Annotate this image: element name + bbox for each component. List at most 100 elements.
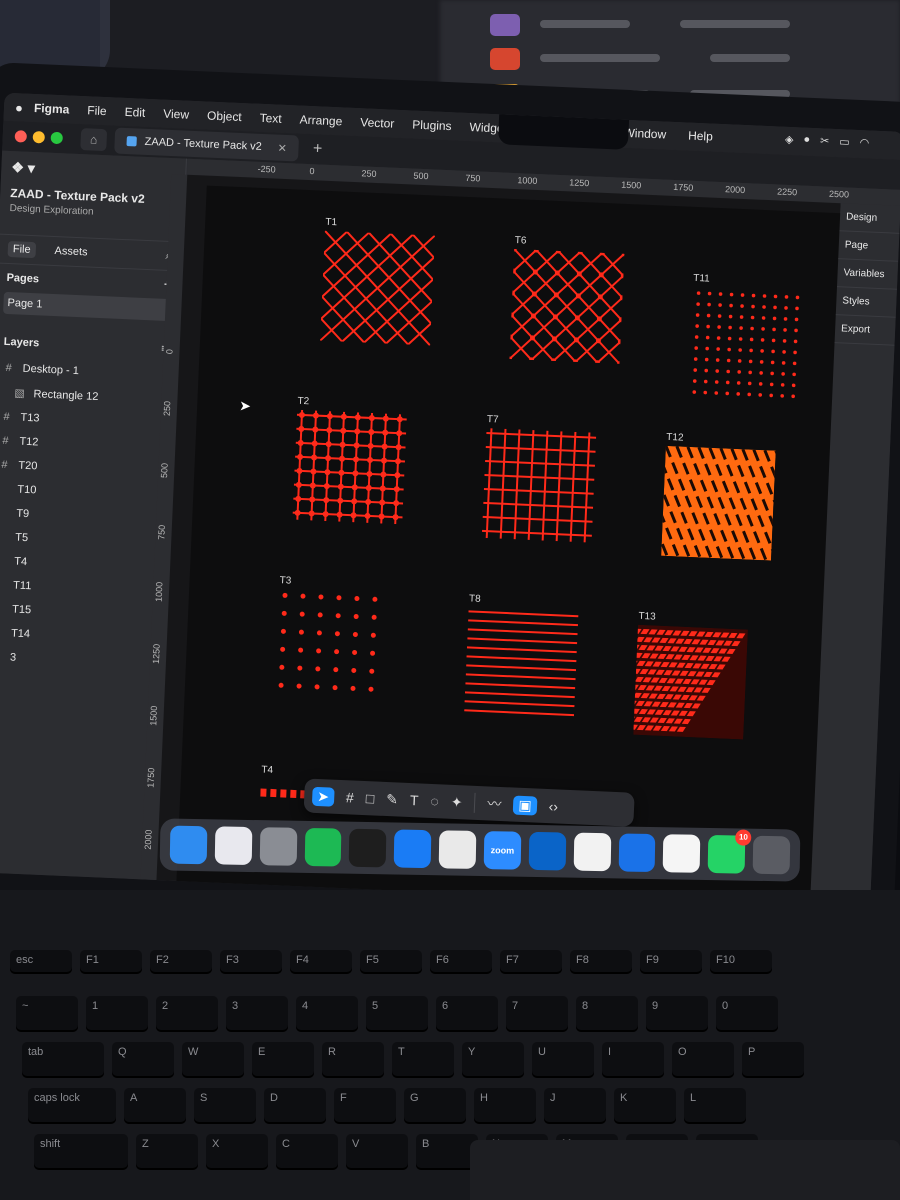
- pen-tool-icon[interactable]: ✎: [386, 790, 398, 807]
- keyboard-key[interactable]: caps lock: [28, 1088, 116, 1124]
- right-panel-styles[interactable]: Styles: [835, 287, 897, 318]
- keyboard-key[interactable]: R: [322, 1042, 384, 1078]
- keyboard-key[interactable]: E: [252, 1042, 314, 1078]
- new-tab-icon[interactable]: +: [313, 140, 323, 158]
- keyboard-key[interactable]: T: [392, 1042, 454, 1078]
- keyboard-key[interactable]: I: [602, 1042, 664, 1078]
- menu-plugins[interactable]: Plugins: [412, 117, 452, 133]
- apple-menu-icon[interactable]: ●: [4, 99, 35, 115]
- pencil-app-icon[interactable]: [618, 833, 656, 873]
- system-settings-icon[interactable]: [259, 827, 297, 866]
- right-panel-variables[interactable]: Variables: [836, 259, 899, 290]
- close-window-icon[interactable]: [14, 130, 28, 143]
- keyboard-key[interactable]: 8: [576, 996, 638, 1032]
- keyboard-key[interactable]: tab: [22, 1042, 104, 1078]
- keyboard-key[interactable]: O: [672, 1042, 734, 1078]
- keyboard-key[interactable]: F3: [220, 950, 282, 974]
- keyboard-key[interactable]: J: [544, 1088, 606, 1124]
- outlook-icon[interactable]: [528, 831, 567, 871]
- keyboard-key[interactable]: U: [532, 1042, 594, 1078]
- keyboard-key[interactable]: F6: [430, 950, 492, 974]
- right-panel-page[interactable]: Page: [838, 231, 900, 262]
- keyboard-key[interactable]: 7: [506, 996, 568, 1032]
- keyboard-key[interactable]: Y: [462, 1042, 524, 1078]
- home-icon[interactable]: ⌂: [80, 128, 108, 152]
- keyboard-key[interactable]: F7: [500, 950, 562, 974]
- texture-tile-t6[interactable]: [509, 249, 625, 364]
- menu-file[interactable]: File: [87, 103, 107, 118]
- text-tool-icon[interactable]: T: [410, 792, 419, 808]
- zoom-icon[interactable]: zoom: [483, 831, 522, 870]
- keyboard-key[interactable]: F8: [570, 950, 632, 974]
- keyboard-key[interactable]: F4: [290, 950, 352, 974]
- keyboard-key[interactable]: H: [474, 1088, 536, 1124]
- keyboard-key[interactable]: F5: [360, 950, 422, 974]
- spotify-icon[interactable]: [304, 827, 342, 867]
- keyboard-key[interactable]: F: [334, 1088, 396, 1124]
- texture-tile-t7[interactable]: [481, 428, 597, 543]
- comment-tool-icon[interactable]: ◌: [430, 793, 439, 809]
- shape-tool-icon[interactable]: □: [365, 790, 374, 806]
- zoom-window-icon[interactable]: [50, 131, 64, 145]
- menu-view[interactable]: View: [163, 107, 189, 122]
- texture-tile-t3[interactable]: [274, 589, 389, 704]
- dev-mode-icon[interactable]: ‹›: [548, 798, 558, 814]
- keyboard-key[interactable]: W: [182, 1042, 244, 1078]
- close-tab-icon[interactable]: ✕: [277, 141, 287, 154]
- chrome-icon[interactable]: [438, 830, 477, 869]
- keyboard-key[interactable]: F9: [640, 950, 702, 974]
- keyboard-key[interactable]: 5: [366, 996, 428, 1032]
- texture-tile-t2[interactable]: [292, 409, 407, 525]
- frame-tool-icon[interactable]: #: [346, 789, 354, 805]
- keyboard-key[interactable]: P: [742, 1042, 804, 1078]
- keyboard-key[interactable]: F1: [80, 950, 142, 974]
- battery-icon[interactable]: ▭: [839, 135, 850, 148]
- menu-object[interactable]: Object: [207, 109, 242, 124]
- keyboard-key[interactable]: Q: [112, 1042, 174, 1078]
- design-mode-icon[interactable]: ▣: [513, 795, 538, 816]
- trash-icon[interactable]: [752, 835, 791, 875]
- chat-status-icon[interactable]: ●: [803, 134, 810, 147]
- keyboard-key[interactable]: Z: [136, 1134, 198, 1170]
- keyboard-key[interactable]: 6: [436, 996, 498, 1032]
- keyboard-key[interactable]: shift: [34, 1134, 128, 1170]
- chatgpt-icon[interactable]: [663, 834, 701, 873]
- keyboard-key[interactable]: ~: [16, 996, 78, 1032]
- draw-mode-icon[interactable]: 〰: [487, 793, 502, 814]
- keyboard-key[interactable]: L: [684, 1088, 746, 1124]
- keyboard-key[interactable]: 0: [716, 996, 778, 1032]
- launchpad-icon[interactable]: [214, 826, 253, 866]
- keyboard-key[interactable]: 9: [646, 996, 708, 1032]
- wifi-icon[interactable]: ◠: [859, 136, 869, 149]
- keyboard-key[interactable]: F2: [150, 950, 212, 974]
- menu-figma[interactable]: Figma: [34, 101, 70, 117]
- keyboard-key[interactable]: 4: [296, 996, 358, 1032]
- keyboard-key[interactable]: X: [206, 1134, 268, 1170]
- keyboard-key[interactable]: K: [614, 1088, 676, 1124]
- framer-icon[interactable]: [393, 829, 432, 869]
- tab-file[interactable]: File: [7, 240, 36, 259]
- right-panel-design[interactable]: Design: [839, 203, 900, 234]
- menu-text[interactable]: Text: [259, 111, 282, 126]
- minimize-window-icon[interactable]: [32, 130, 46, 144]
- figma-status-icon[interactable]: ◈: [785, 133, 794, 146]
- slack-icon[interactable]: [573, 832, 611, 872]
- right-panel-export[interactable]: Export: [834, 315, 896, 346]
- move-tool-icon[interactable]: ➤: [311, 786, 335, 807]
- keyboard-key[interactable]: V: [346, 1134, 408, 1170]
- figma-logo-icon[interactable]: ❖ ▾: [11, 159, 176, 183]
- keyboard-key[interactable]: D: [264, 1088, 326, 1124]
- texture-tile-t11[interactable]: [688, 287, 803, 402]
- figma-icon[interactable]: [349, 828, 387, 868]
- keyboard-key[interactable]: A: [124, 1088, 186, 1124]
- texture-tile-t8[interactable]: [464, 607, 579, 722]
- keyboard-key[interactable]: C: [276, 1134, 338, 1170]
- menu-window[interactable]: Window: [623, 126, 666, 142]
- keyboard-key[interactable]: esc: [10, 950, 72, 974]
- whatsapp-icon[interactable]: 10: [707, 829, 752, 874]
- texture-tile-t13[interactable]: [633, 624, 748, 740]
- keyboard-key[interactable]: G: [404, 1088, 466, 1124]
- keyboard-key[interactable]: 3: [226, 996, 288, 1032]
- keyboard-key[interactable]: S: [194, 1088, 256, 1124]
- menu-arrange[interactable]: Arrange: [299, 113, 342, 129]
